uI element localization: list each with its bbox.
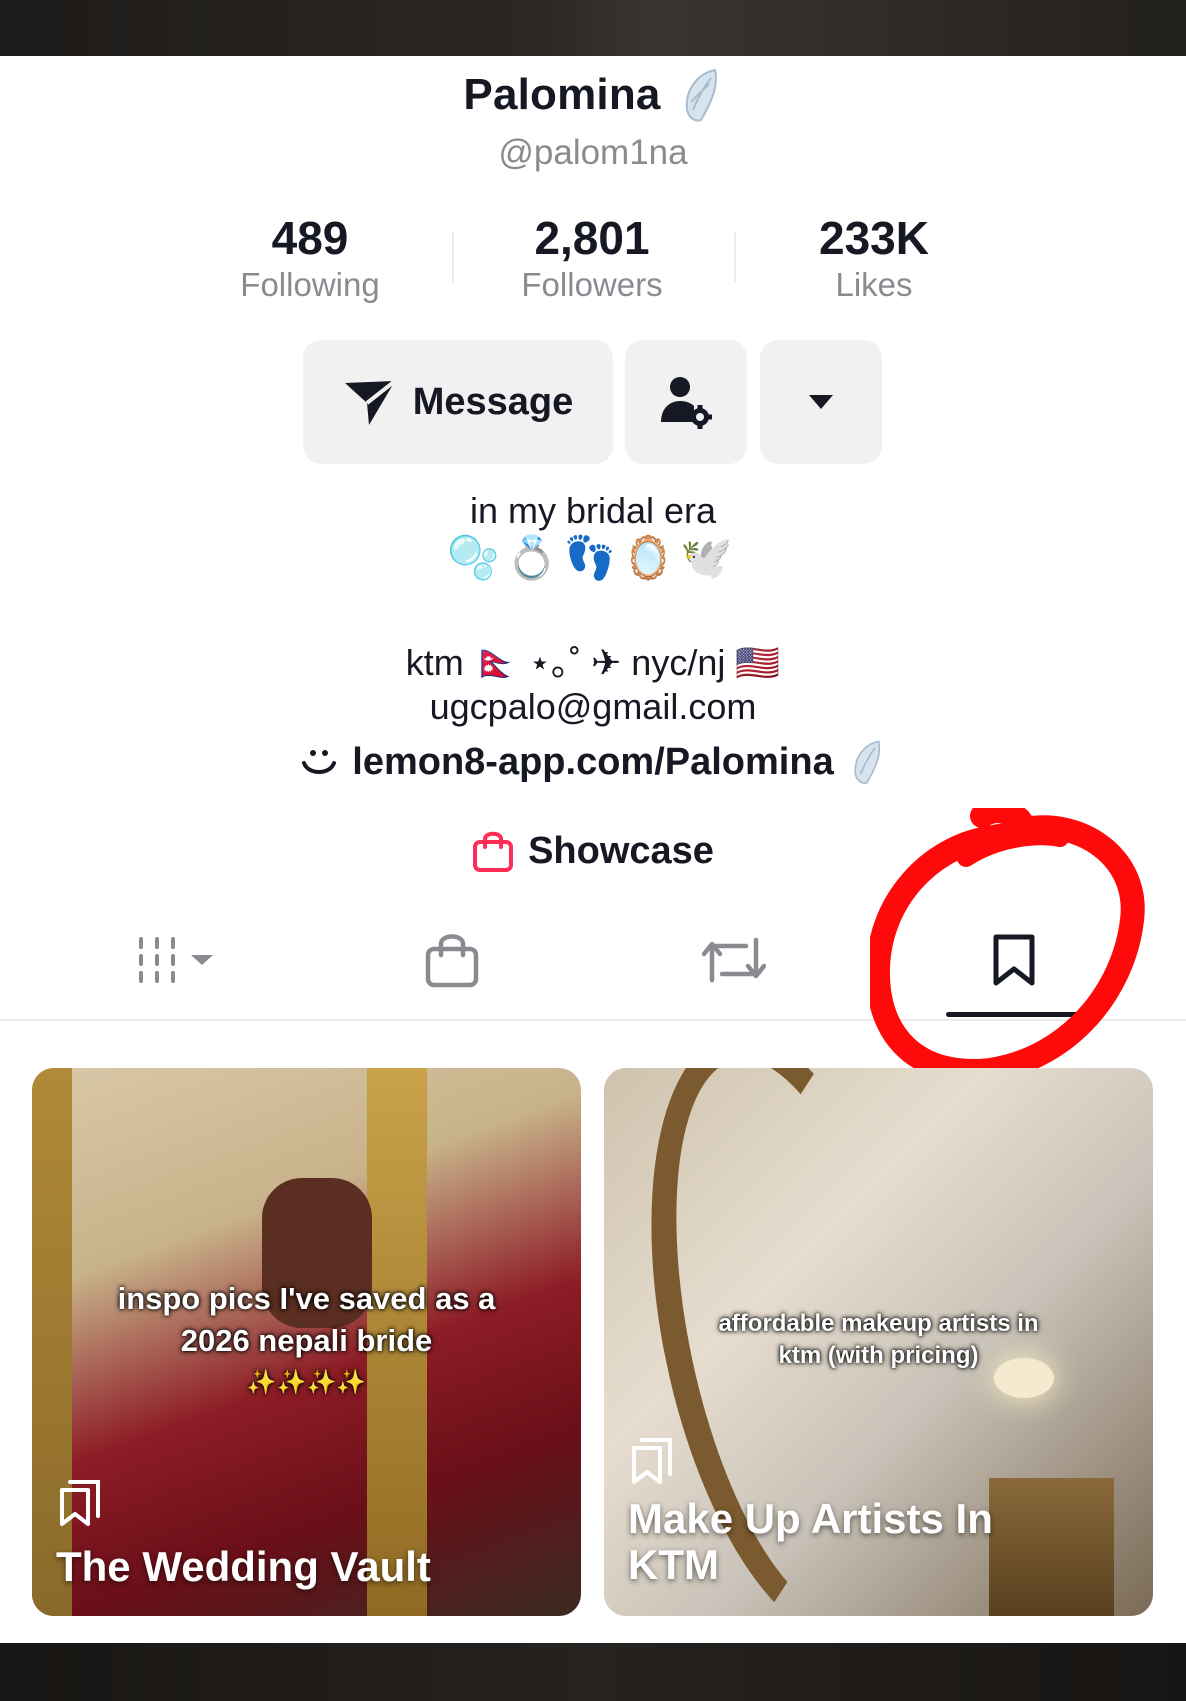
friend-settings-button[interactable] xyxy=(625,340,747,464)
shopping-bag-icon xyxy=(472,829,514,873)
card-caption: affordable makeup artists in ktm (with p… xyxy=(718,1310,1039,1369)
collection-card-wedding-vault[interactable]: inspo pics I've saved as a 2026 nepali b… xyxy=(32,1068,581,1616)
message-label: Message xyxy=(412,380,574,423)
caret-down-icon xyxy=(808,394,834,410)
stat-followers[interactable]: 2,801 Followers xyxy=(462,212,722,306)
bottom-video-strip xyxy=(0,1643,1186,1701)
collection-icon xyxy=(630,1436,676,1484)
tab-shop[interactable] xyxy=(372,900,532,1020)
stat-label: Likes xyxy=(835,266,913,303)
showcase-label: Showcase xyxy=(528,829,714,872)
stat-value: 233K xyxy=(819,212,929,264)
tab-videos-grid[interactable] xyxy=(90,900,260,1020)
tab-reposts[interactable] xyxy=(654,900,814,1020)
profile-name-row: Palomina xyxy=(0,68,1186,122)
grid-columns-icon xyxy=(133,933,217,987)
top-video-strip xyxy=(0,0,1186,56)
stat-value: 489 xyxy=(271,212,349,264)
person-gear-icon xyxy=(658,374,714,430)
wing-icon xyxy=(679,66,723,124)
collection-icon xyxy=(58,1478,104,1526)
stat-following[interactable]: 489 Following xyxy=(180,212,440,306)
stat-value: 2,801 xyxy=(534,212,650,264)
send-icon xyxy=(343,377,397,427)
red-annotation-circle xyxy=(870,808,1145,1083)
profile-handle: @palom1na xyxy=(498,133,688,172)
card-title: Make Up Artists In KTM xyxy=(628,1495,993,1588)
stat-divider xyxy=(734,232,736,282)
card-caption: inspo pics I've saved as a 2026 nepali b… xyxy=(117,1281,496,1358)
bio-location: ktm 🇳🇵 ⋆｡˚ ✈︎ nyc/nj 🇺🇸 xyxy=(405,642,781,683)
message-button[interactable]: Message xyxy=(303,340,613,464)
repost-icon xyxy=(702,932,766,988)
more-dropdown-button[interactable] xyxy=(760,340,882,464)
stat-likes[interactable]: 233K Likes xyxy=(744,212,1004,306)
wing-icon xyxy=(848,738,886,786)
collection-card-makeup-artists[interactable]: affordable makeup artists in ktm (with p… xyxy=(604,1068,1153,1616)
bio-email[interactable]: ugcpalo@gmail.com xyxy=(0,686,1186,728)
stat-label: Followers xyxy=(521,266,663,303)
link-smile-icon xyxy=(300,745,338,779)
bio-link: lemon8-app.com/Palomina xyxy=(352,740,834,783)
bio-line: in my bridal era xyxy=(469,490,717,531)
bio-emoji-line: 🫧💍👣🪞🕊️ xyxy=(447,534,739,581)
card-title: The Wedding Vault xyxy=(56,1543,431,1590)
profile-name: Palomina xyxy=(463,70,661,119)
stat-divider xyxy=(452,232,454,282)
bio-link-row[interactable]: lemon8-app.com/Palomina xyxy=(0,738,1186,786)
card-caption-emoji: ✨✨✨✨ xyxy=(246,1369,367,1396)
stat-label: Following xyxy=(240,266,380,303)
shopping-bag-icon xyxy=(424,931,480,989)
